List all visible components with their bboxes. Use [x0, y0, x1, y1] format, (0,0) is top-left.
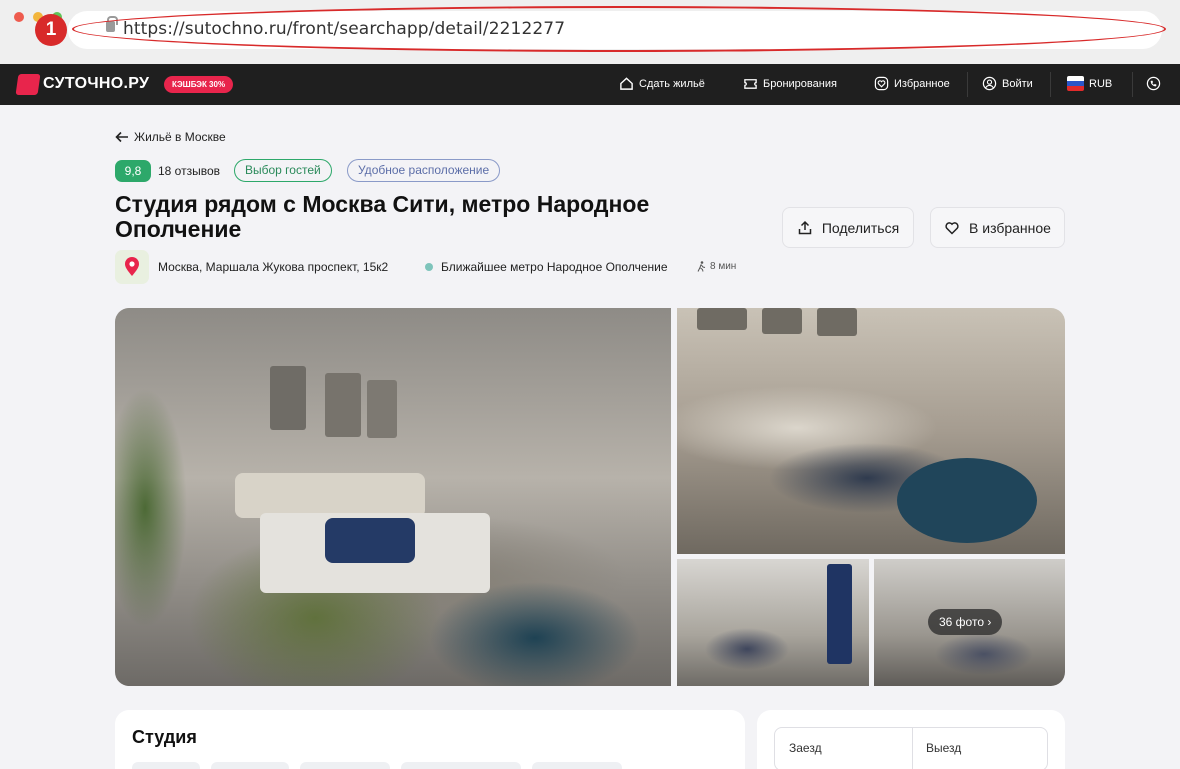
back-link[interactable]: Жильё в Москве: [115, 130, 226, 144]
address-text[interactable]: Москва, Маршала Жукова проспект, 15к2: [158, 260, 388, 274]
walk-time: 8 мин: [697, 261, 736, 272]
map-button[interactable]: [115, 250, 149, 284]
date-divider: [912, 728, 913, 769]
currency-selector[interactable]: RUB: [1067, 76, 1112, 91]
reviews-count[interactable]: 18 отзывов: [158, 164, 220, 178]
wall-art: [817, 308, 857, 336]
amenity-pill: [401, 762, 521, 769]
share-button-label: Поделиться: [821, 219, 900, 236]
amenity-pill: [532, 762, 622, 769]
metro-line-dot: [425, 263, 433, 271]
nav-rent-out-label: Сдать жильё: [639, 77, 705, 90]
listing-title: Студия рядом с Москва Сити, метро Народн…: [115, 191, 650, 242]
nav-rent-out[interactable]: Сдать жильё: [619, 76, 705, 91]
close-window-button[interactable]: [14, 12, 24, 22]
annotation-ellipse: [72, 6, 1166, 52]
add-to-favorites-button[interactable]: В избранное: [930, 207, 1065, 248]
arrow-left-icon: [115, 131, 128, 143]
house-icon: [620, 77, 633, 90]
map-pin-icon: [125, 257, 139, 276]
nav-divider: [1132, 72, 1133, 97]
back-link-label: Жильё в Москве: [134, 130, 226, 144]
cashback-badge[interactable]: КЭШБЭК 30%: [164, 76, 234, 93]
nearest-metro: Ближайшее метро Народное Ополчение: [441, 260, 668, 274]
nav-favorites[interactable]: Избранное: [874, 76, 950, 91]
heart-outline-icon: [945, 221, 959, 235]
browser-chrome: https://sutochno.ru/front/searchapp/deta…: [0, 0, 1180, 64]
amenity-pill: [132, 762, 200, 769]
walk-time-label: 8 мин: [710, 261, 737, 272]
date-picker: Заезд Выезд: [774, 727, 1048, 769]
gallery-photo-3[interactable]: [677, 559, 869, 686]
nav-bookings[interactable]: Бронирования: [743, 76, 837, 91]
curtain: [827, 564, 852, 664]
photos-count-label: 36 фото: [939, 615, 984, 629]
plant: [115, 308, 225, 686]
wall-art: [697, 308, 747, 330]
wall-art: [762, 308, 802, 334]
nav-login-label: Войти: [1002, 77, 1033, 90]
main-photo[interactable]: [115, 308, 671, 686]
gallery-photo-2[interactable]: [677, 308, 1065, 554]
phone-icon: [1146, 76, 1161, 91]
logo-icon[interactable]: [15, 74, 41, 95]
chevron-right-icon: ›: [987, 615, 992, 629]
checkin-field[interactable]: Заезд: [789, 741, 822, 755]
tag-good-location: Удобное расположение: [347, 159, 501, 182]
share-icon: [798, 220, 812, 234]
checkout-field[interactable]: Выезд: [926, 741, 961, 755]
all-photos-button[interactable]: 36 фото ›: [928, 609, 1003, 635]
pillow: [325, 518, 415, 563]
glass-bowl: [897, 458, 1037, 543]
user-icon: [982, 76, 997, 91]
tag-guests-choice: Выбор гостей: [234, 159, 332, 182]
nav-bookings-label: Бронирования: [763, 77, 837, 90]
nav-divider: [967, 72, 968, 97]
logo-text[interactable]: СУТОЧНО.РУ: [43, 75, 149, 93]
heart-icon: [874, 76, 889, 91]
nav-favorites-label: Избранное: [894, 77, 950, 90]
headboard: [235, 473, 425, 518]
site-header: СУТОЧНО.РУ КЭШБЭК 30% Сдать жильё Бронир…: [0, 64, 1180, 105]
add-to-favorites-label: В избранное: [969, 219, 1051, 236]
amenity-pill: [300, 762, 390, 769]
nav-divider: [1050, 72, 1051, 97]
ticket-icon: [744, 79, 757, 89]
currency-label: RUB: [1089, 77, 1113, 90]
wall-art: [270, 366, 306, 430]
nav-login[interactable]: Войти: [982, 76, 1033, 91]
walking-person-icon: [697, 261, 706, 272]
russia-flag-icon: [1067, 76, 1084, 91]
wall-art: [367, 380, 397, 438]
details-card: Студия: [115, 710, 745, 769]
booking-card: Заезд Выезд: [757, 710, 1065, 769]
contact-button[interactable]: [1146, 76, 1161, 91]
annotation-badge: 1: [35, 14, 67, 46]
wall-art: [325, 373, 361, 437]
rating-badge[interactable]: 9,8: [115, 160, 151, 182]
share-button[interactable]: Поделиться: [782, 207, 914, 248]
amenity-pill: [211, 762, 289, 769]
section-title: Студия: [132, 727, 197, 747]
